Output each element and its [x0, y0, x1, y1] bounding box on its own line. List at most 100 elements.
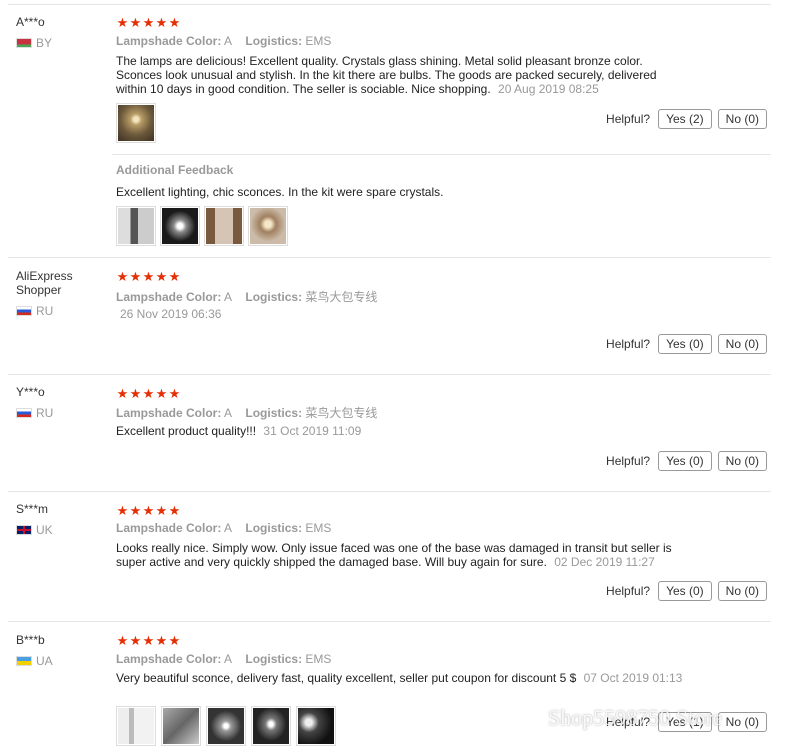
star-icon: ★ [129, 269, 142, 284]
flag-icon [16, 525, 32, 535]
helpful-label: Helpful? [606, 584, 651, 598]
reviewer-name: AliExpress Shopper [16, 269, 73, 297]
color-value: A [224, 290, 233, 304]
logistics-value: EMS [305, 34, 332, 48]
review-photo[interactable] [206, 706, 246, 746]
star-icon: ★ [155, 386, 168, 401]
order-attributes: Lampshade Color: A Logistics: EMS [116, 652, 341, 666]
reviewer-name: B***b [16, 633, 45, 647]
review-date: 31 Oct 2019 11:09 [263, 424, 362, 438]
star-rating: ★★★★★ [116, 387, 181, 401]
additional-photos [116, 206, 288, 246]
review-photo[interactable] [251, 706, 291, 746]
star-icon: ★ [142, 503, 155, 518]
helpful-no-button[interactable]: No (0) [717, 109, 767, 129]
additional-feedback-text: Excellent lighting, chic sconces. In the… [116, 185, 444, 199]
review-body: Excellent product quality!!! [116, 424, 257, 438]
separator [8, 374, 771, 375]
star-icon: ★ [129, 503, 142, 518]
color-value: A [224, 652, 233, 666]
logistics-value: EMS [305, 652, 332, 666]
review-photo[interactable] [160, 206, 200, 246]
star-icon: ★ [116, 503, 129, 518]
helpful-yes-button[interactable]: Yes (0) [658, 581, 712, 601]
logistics-value: EMS [305, 521, 332, 535]
review-text: Looks really nice. Simply wow. Only issu… [116, 541, 686, 569]
order-attributes: Lampshade Color: A Logistics: EMS [116, 34, 341, 48]
review-photo[interactable] [204, 206, 244, 246]
country-code: UK [36, 523, 53, 537]
helpful-label: Helpful? [606, 112, 651, 126]
star-rating: ★★★★★ [116, 16, 181, 30]
helpful-yes-button[interactable]: Yes (0) [658, 334, 712, 354]
review-photo[interactable] [116, 103, 156, 143]
order-attributes: Lampshade Color: A Logistics: 菜鸟大包专线 [116, 288, 387, 305]
order-attributes: Lampshade Color: A Logistics: 菜鸟大包专线 [116, 404, 387, 421]
flag-icon [16, 38, 32, 48]
helpful-yes-button[interactable]: Yes (0) [658, 451, 712, 471]
helpful-yes-button[interactable]: Yes (2) [658, 109, 712, 129]
review-date: 26 Nov 2019 06:36 [120, 307, 222, 321]
reviewer-country: RU [16, 304, 53, 318]
review-photos [116, 103, 156, 143]
store-watermark: Shop5598750 Store [548, 705, 723, 730]
review-date: 02 Dec 2019 11:27 [554, 555, 655, 569]
additional-feedback-title: Additional Feedback [116, 163, 234, 177]
country-code: RU [36, 406, 54, 420]
review-text: The lamps are delicious! Excellent quali… [116, 54, 686, 96]
star-icon: ★ [142, 269, 155, 284]
review-date: 20 Aug 2019 08:25 [498, 82, 599, 96]
star-rating: ★★★★★ [116, 634, 181, 648]
star-icon: ★ [168, 503, 181, 518]
helpful-vote: Helpful? Yes (0) No (0) [606, 334, 767, 354]
helpful-no-button[interactable]: No (0) [717, 451, 767, 471]
reviewer-country: UK [16, 523, 53, 537]
separator [8, 257, 771, 258]
color-key: Lampshade Color: [116, 652, 222, 666]
country-code: RU [36, 304, 54, 318]
color-value: A [224, 34, 233, 48]
flag-icon [16, 656, 32, 666]
star-icon: ★ [129, 386, 142, 401]
star-icon: ★ [155, 633, 168, 648]
star-rating: ★★★★★ [116, 504, 181, 518]
logistics-key: Logistics: [245, 652, 303, 666]
star-icon: ★ [168, 269, 181, 284]
star-icon: ★ [116, 269, 129, 284]
review-photo[interactable] [296, 706, 336, 746]
star-rating: ★★★★★ [116, 270, 181, 284]
review-text: Very beautiful sconce, delivery fast, qu… [116, 671, 686, 685]
review-photo[interactable] [161, 706, 201, 746]
helpful-no-button[interactable]: No (0) [717, 581, 767, 601]
logistics-key: Logistics: [245, 521, 303, 535]
star-icon: ★ [168, 15, 181, 30]
country-code: UA [36, 654, 53, 668]
color-key: Lampshade Color: [116, 521, 222, 535]
star-icon: ★ [142, 15, 155, 30]
helpful-no-button[interactable]: No (0) [717, 712, 767, 732]
order-attributes: Lampshade Color: A Logistics: EMS [116, 521, 341, 535]
review-photo[interactable] [248, 206, 288, 246]
star-icon: ★ [168, 633, 181, 648]
star-icon: ★ [116, 15, 129, 30]
separator [112, 154, 771, 155]
country-code: BY [36, 36, 53, 50]
helpful-vote: Helpful? Yes (0) No (0) [606, 451, 767, 471]
star-icon: ★ [168, 386, 181, 401]
helpful-no-button[interactable]: No (0) [717, 334, 767, 354]
color-key: Lampshade Color: [116, 406, 222, 420]
helpful-vote: Helpful? Yes (2) No (0) [606, 109, 767, 129]
review-body: Very beautiful sconce, delivery fast, qu… [116, 671, 577, 685]
color-value: A [224, 521, 233, 535]
star-icon: ★ [142, 386, 155, 401]
review-date: 07 Oct 2019 01:13 [583, 671, 683, 685]
logistics-key: Logistics: [245, 290, 303, 304]
color-key: Lampshade Color: [116, 290, 222, 304]
star-icon: ★ [155, 15, 168, 30]
review-photo[interactable] [116, 206, 156, 246]
star-icon: ★ [129, 633, 142, 648]
review-text: 26 Nov 2019 06:36 [116, 307, 686, 321]
review-photo[interactable] [116, 706, 156, 746]
reviewer-name: Y***o [16, 385, 45, 399]
logistics-value: 菜鸟大包专线 [305, 290, 378, 304]
